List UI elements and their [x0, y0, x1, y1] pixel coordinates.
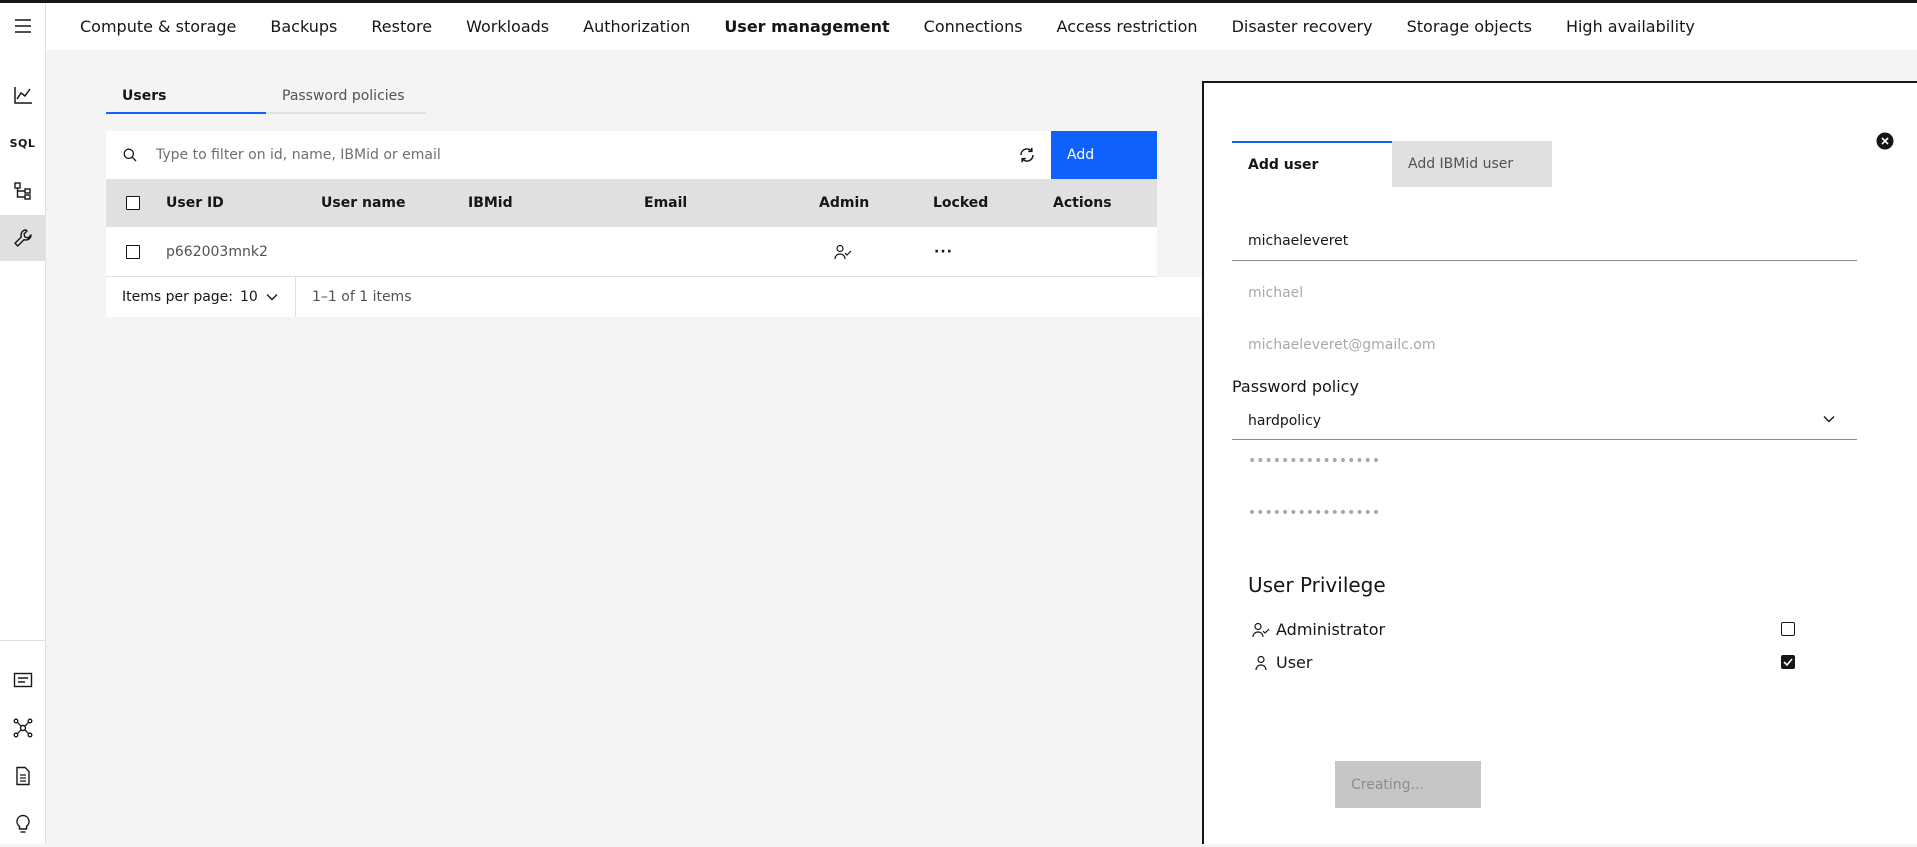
col-email[interactable]: Email	[644, 179, 687, 227]
menu-icon[interactable]	[0, 3, 45, 49]
refresh-icon[interactable]	[1003, 131, 1051, 179]
col-user-id[interactable]: User ID	[166, 179, 224, 227]
administrator-checkbox[interactable]	[1781, 622, 1795, 636]
document-icon[interactable]	[0, 753, 45, 799]
nav-item-workloads[interactable]: Workloads	[449, 17, 566, 36]
nav-item-authorization[interactable]: Authorization	[566, 17, 707, 36]
pagination-range: 1–1 of 1 items	[312, 289, 412, 305]
nav-item-compute-storage[interactable]: Compute & storage	[46, 17, 253, 36]
nav-item-high-availability[interactable]: High availability	[1549, 17, 1712, 36]
connections-network-icon[interactable]	[0, 705, 45, 751]
tab-add-user[interactable]: Add user	[1232, 141, 1392, 187]
content-tabs: Users Password policies	[106, 80, 426, 114]
pagination: Items per page: 10 1–1 of 1 items	[106, 277, 1201, 317]
user-checkbox[interactable]	[1781, 655, 1795, 669]
monitoring-chart-icon[interactable]	[0, 72, 45, 118]
row-overflow-menu[interactable]: ···	[934, 227, 953, 276]
checkmark-icon	[1783, 658, 1793, 666]
schema-tree-icon[interactable]	[0, 168, 45, 214]
table-toolbar: Add	[106, 130, 1157, 180]
top-navigation: Compute & storage Backups Restore Workloads…	[46, 3, 1917, 50]
tab-users[interactable]: Users	[106, 80, 266, 114]
col-ibmid[interactable]: IBMid	[468, 179, 513, 227]
confirm-password-field[interactable]	[1232, 493, 1857, 533]
administration-wrench-icon[interactable]	[0, 215, 45, 261]
nav-item-connections[interactable]: Connections	[907, 17, 1040, 36]
tab-add-ibmid-user[interactable]: Add IBMid user	[1392, 141, 1552, 187]
admin-user-icon	[834, 227, 852, 276]
items-per-page-value: 10	[240, 289, 258, 305]
nav-item-backups[interactable]: Backups	[253, 17, 354, 36]
creating-button[interactable]: Creating...	[1335, 761, 1481, 808]
logs-icon[interactable]	[0, 657, 45, 703]
user-id-field[interactable]	[1232, 221, 1857, 261]
privilege-administrator: Administrator	[1252, 620, 1385, 639]
nav-item-storage-objects[interactable]: Storage objects	[1390, 17, 1549, 36]
close-icon[interactable]	[1876, 132, 1894, 150]
table-row[interactable]: p662003mnk2 ···	[106, 227, 1157, 277]
left-rail: SQL	[0, 3, 46, 844]
chevron-down-icon	[1823, 416, 1835, 423]
password-policy-value: hardpolicy	[1248, 412, 1322, 429]
col-user-name[interactable]: User name	[321, 179, 405, 227]
nav-item-user-management[interactable]: User management	[707, 17, 906, 36]
items-per-page-select[interactable]: 10	[240, 277, 278, 317]
pagination-divider	[295, 277, 296, 317]
privilege-label-administrator: Administrator	[1276, 620, 1386, 639]
items-per-page-label: Items per page:	[122, 289, 234, 305]
col-actions: Actions	[1053, 195, 1112, 211]
search-icon	[106, 131, 154, 179]
cell-user-id: p662003mnk2	[166, 243, 268, 260]
privilege-user: User	[1252, 653, 1312, 672]
col-admin[interactable]: Admin	[819, 179, 869, 227]
chevron-down-icon	[266, 294, 278, 301]
user-icon	[1255, 655, 1267, 670]
search-input[interactable]	[154, 130, 1003, 180]
email-field[interactable]	[1232, 325, 1857, 365]
table-header: User ID User name IBMid Email Admin Lock…	[106, 179, 1157, 227]
nav-item-access-restriction[interactable]: Access restriction	[1040, 17, 1215, 36]
panel-tabs: Add user Add IBMid user	[1232, 141, 1552, 187]
add-user-button[interactable]: Add	[1051, 131, 1157, 179]
password-field[interactable]	[1232, 441, 1857, 481]
user-privilege-title: User Privilege	[1248, 573, 1386, 597]
tab-password-policies[interactable]: Password policies	[266, 80, 426, 114]
password-policy-select[interactable]: hardpolicy	[1232, 402, 1857, 440]
col-locked[interactable]: Locked	[933, 179, 988, 227]
nav-item-restore[interactable]: Restore	[354, 17, 449, 36]
password-policy-label: Password policy	[1232, 377, 1359, 396]
user-name-field[interactable]	[1232, 273, 1857, 313]
admin-user-icon	[1252, 622, 1270, 637]
nav-item-disaster-recovery[interactable]: Disaster recovery	[1215, 17, 1390, 36]
sql-icon[interactable]: SQL	[0, 120, 45, 166]
select-all-checkbox[interactable]	[126, 179, 140, 227]
lightbulb-icon[interactable]	[0, 801, 45, 847]
row-checkbox[interactable]	[126, 227, 140, 276]
privilege-label-user: User	[1276, 653, 1313, 672]
rail-divider	[0, 640, 45, 641]
